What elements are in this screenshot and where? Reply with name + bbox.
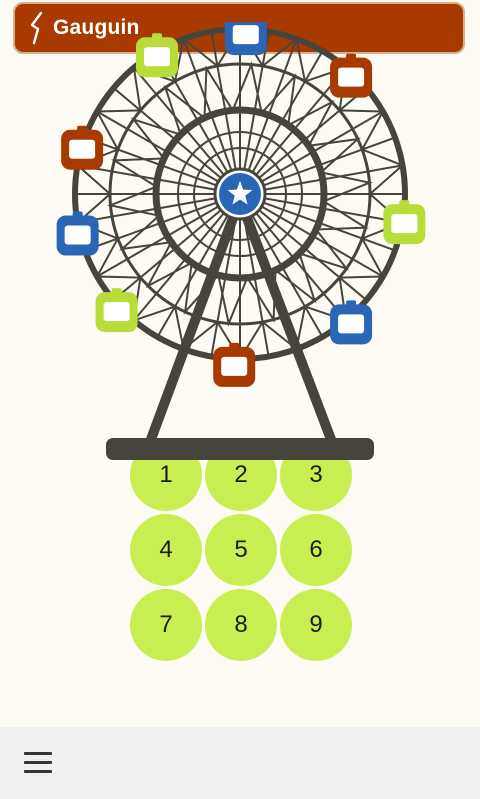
gondola-icon (224, 22, 267, 56)
key-7[interactable]: 7 (130, 589, 202, 661)
gondola-icon (383, 200, 426, 245)
key-4[interactable]: 4 (130, 514, 202, 586)
ferris-wheel-illustration (56, 22, 426, 460)
gondola-icon (56, 211, 99, 256)
gondola-icon (213, 342, 256, 387)
gondola-icon (330, 300, 373, 345)
key-5[interactable]: 5 (205, 514, 277, 586)
gondola-icon (61, 125, 104, 170)
bottom-app-bar (0, 727, 480, 799)
key-8[interactable]: 8 (205, 589, 277, 661)
wheel-base-platform (106, 438, 374, 460)
key-6[interactable]: 6 (280, 514, 352, 586)
key-9[interactable]: 9 (280, 589, 352, 661)
hamburger-menu-icon[interactable] (24, 747, 58, 777)
gondola-icon (330, 53, 373, 98)
number-keypad: 1 2 3 4 5 6 7 8 9 (130, 439, 355, 664)
gondola-icon (136, 33, 178, 78)
app-root: Gauguin 1 2 3 4 5 6 7 8 9 (0, 0, 480, 799)
gondola-icon (95, 288, 138, 333)
